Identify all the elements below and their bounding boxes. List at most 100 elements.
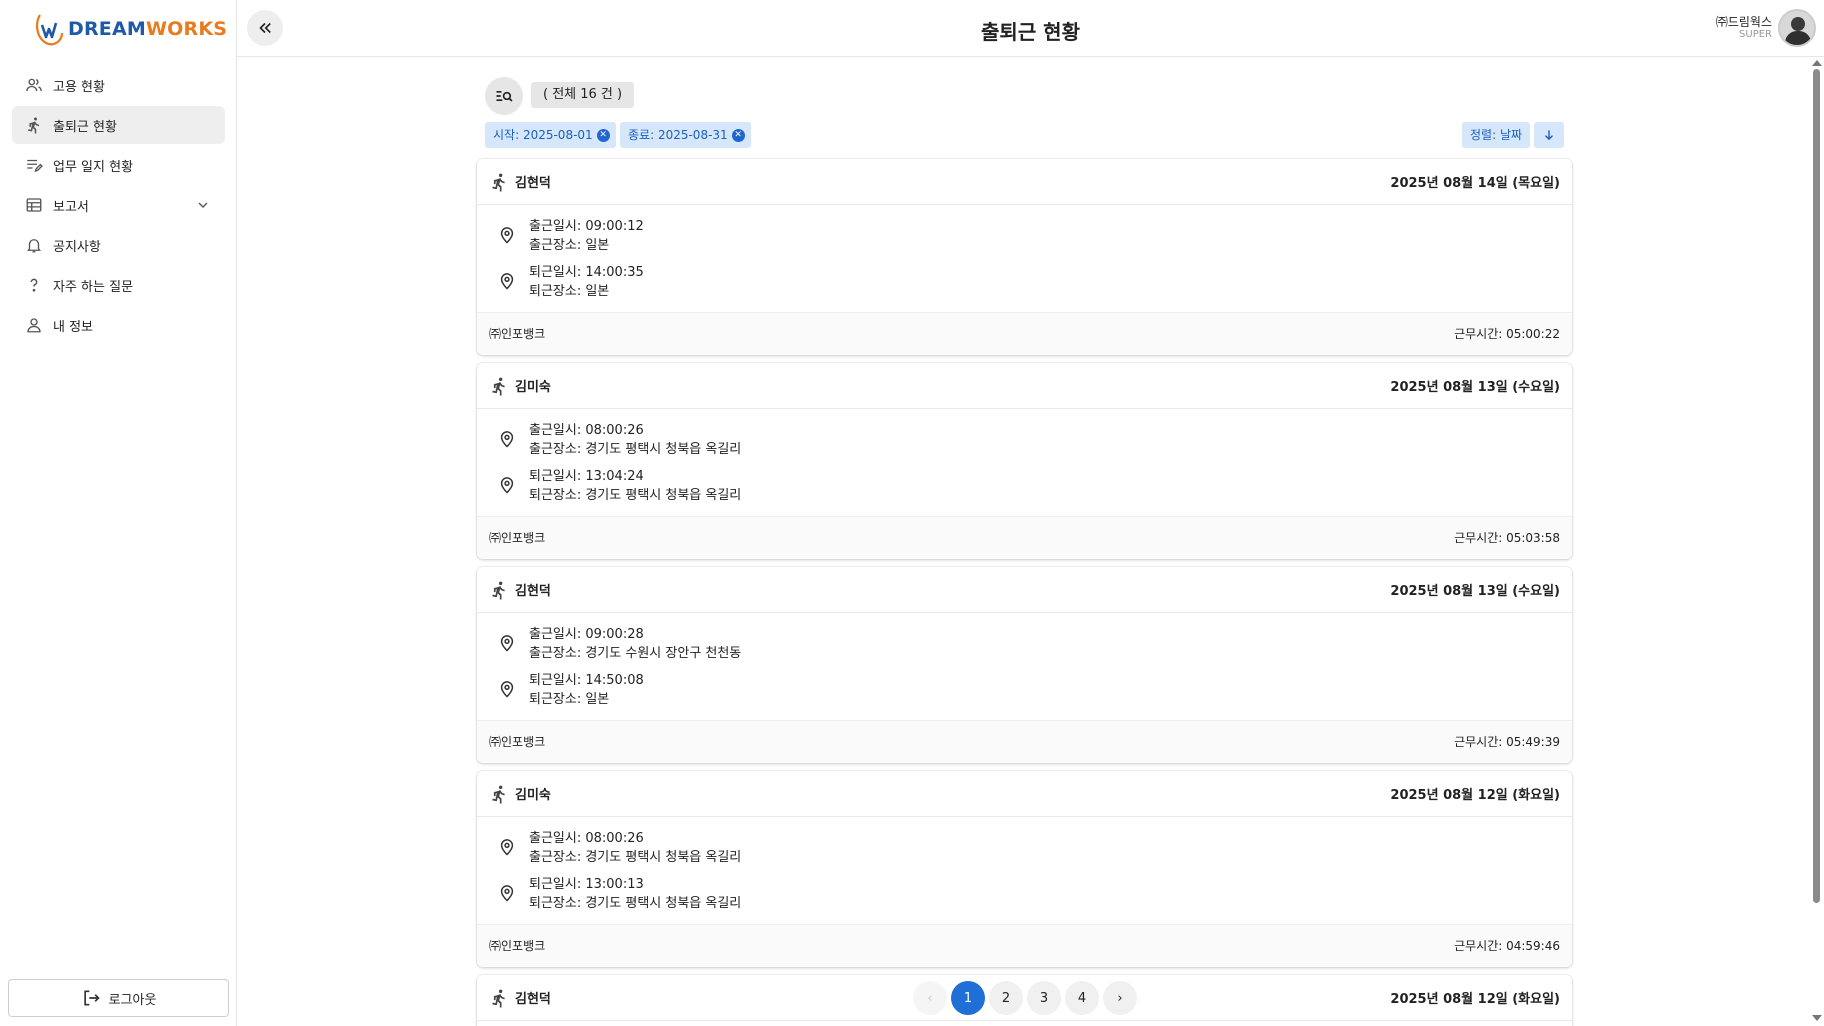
vertical-scrollbar[interactable] [1810, 57, 1824, 1026]
attendance-list: 김현덕 2025년 08월 14일 (목요일) 출근일시: 09:00:12 출… [477, 159, 1572, 1026]
card-header: 김현덕 2025년 08월 13일 (수요일) [477, 567, 1572, 613]
page-button-2[interactable]: 2 [989, 981, 1023, 1015]
check-out-place: 퇴근장소: 일본 [529, 284, 610, 299]
page-button-3[interactable]: 3 [1027, 981, 1061, 1015]
check-out-place: 퇴근장소: 경기도 평택시 청북읍 옥길리 [529, 896, 742, 911]
sidebar-item-label: 고용 현황 [53, 79, 105, 95]
card-body: 출근일시: 08:00:26 출근장소: 경기도 평택시 청북읍 옥길리 퇴근일… [477, 817, 1572, 924]
prev-page-button[interactable]: ‹ [913, 981, 947, 1015]
collapse-sidebar-button[interactable] [247, 10, 283, 46]
check-in-text: 출근일시: 09:00:12 출근장소: 일본 [529, 217, 644, 255]
check-out-text: 퇴근일시: 14:50:08 퇴근장소: 일본 [529, 671, 644, 709]
location-pin-icon [500, 431, 514, 448]
check-in-row: 출근일시: 09:00:12 출근장소: 일본 [477, 217, 1572, 263]
check-out-row: 퇴근일시: 13:04:24 퇴근장소: 경기도 평택시 청북읍 옥길리 [477, 467, 1572, 513]
chevron-down-icon[interactable] [195, 197, 211, 213]
record-date: 2025년 08월 13일 (수요일) [1390, 584, 1560, 599]
brand-name-part-a: DREAM [68, 18, 146, 40]
page-button-4[interactable]: 4 [1065, 981, 1099, 1015]
list-search-icon [496, 91, 513, 102]
check-out-time: 퇴근일시: 13:00:13 [529, 877, 644, 892]
check-in-time: 출근일시: 09:00:12 [529, 219, 644, 234]
page-title: 출퇴근 현황 [981, 20, 1080, 44]
bell-icon [27, 239, 41, 253]
attendance-card[interactable]: 김현덕 2025년 08월 13일 (수요일) 출근일시: 09:00:28 출… [477, 567, 1572, 763]
scroll-up-arrow[interactable] [1812, 60, 1822, 66]
company-name: ㈜인포뱅크 [489, 327, 546, 341]
table-icon [26, 198, 42, 212]
page-button-1[interactable]: 1 [951, 981, 985, 1015]
close-icon[interactable]: ✕ [596, 128, 610, 142]
filter-chip-label: 시작: 2025-08-01 [493, 128, 593, 142]
location-pin-icon [500, 273, 514, 290]
brand-name: DREAMWORKS [68, 18, 227, 40]
edit-list-icon [27, 159, 43, 173]
logout-button[interactable]: 로그아웃 [8, 979, 229, 1017]
running-icon [28, 117, 40, 134]
sidebar-item-faq[interactable]: 자주 하는 질문 [12, 266, 225, 304]
check-out-time: 퇴근일시: 14:50:08 [529, 673, 644, 688]
card-footer: ㈜인포뱅크 근무시간: 05:49:39 [477, 720, 1572, 762]
check-in-row: 출근일시: 09:00:28 출근장소: 경기도 수원시 장안구 천천동 [477, 625, 1572, 671]
card-header: 김미숙 2025년 08월 12일 (화요일) [477, 771, 1572, 817]
employee-name: 김현덕 [515, 584, 551, 599]
avatar[interactable] [1778, 9, 1816, 47]
check-out-time: 퇴근일시: 14:00:35 [529, 265, 644, 280]
sidebar-item-work-log[interactable]: 업무 일지 현황 [12, 146, 225, 184]
running-icon [492, 581, 505, 599]
employee-name: 김미숙 [515, 788, 551, 803]
check-in-text: 출근일시: 09:00:28 출근장소: 경기도 수원시 장안구 천천동 [529, 625, 741, 663]
work-hours: 근무시간: 05:03:58 [1454, 531, 1560, 545]
total-count-chip: ( 전체 16 건 ) [531, 82, 635, 108]
search-filter-button[interactable] [485, 77, 523, 115]
sidebar-item-employment[interactable]: 고용 현황 [12, 66, 225, 104]
filter-chip-start[interactable]: 시작: 2025-08-01 ✕ [485, 122, 616, 148]
company-name: ㈜인포뱅크 [489, 735, 546, 749]
card-header: 김미숙 2025년 08월 13일 (수요일) [477, 363, 1572, 409]
sort-field-button[interactable]: 정렬: 날짜 [1462, 122, 1531, 148]
brand-logo[interactable]: DREAMWORKS [34, 10, 227, 48]
sidebar: DREAMWORKS 고용 현황 출퇴근 현황 업무 일지 현황 보고서 공지사… [0, 0, 237, 1026]
attendance-card[interactable]: 김미숙 2025년 08월 13일 (수요일) 출근일시: 08:00:26 출… [477, 363, 1572, 559]
check-in-place: 출근장소: 경기도 평택시 청북읍 옥길리 [529, 850, 742, 865]
sidebar-item-notices[interactable]: 공지사항 [12, 226, 225, 264]
check-in-text: 출근일시: 08:00:26 출근장소: 경기도 평택시 청북읍 옥길리 [529, 829, 741, 867]
filter-chip-end[interactable]: 종료: 2025-08-31 ✕ [620, 122, 751, 148]
sidebar-item-attendance[interactable]: 출퇴근 현황 [12, 106, 225, 144]
scroll-down-arrow[interactable] [1812, 1015, 1822, 1021]
sidebar-item-my-info[interactable]: 내 정보 [12, 306, 225, 344]
logout-label: 로그아웃 [108, 992, 157, 1008]
card-body: 출근일시: 09:00:12 출근장소: 일본 퇴근일시: 14:00:35 퇴… [477, 205, 1572, 312]
record-date: 2025년 08월 14일 (목요일) [1390, 176, 1560, 191]
check-out-row: 퇴근일시: 13:00:13 퇴근장소: 경기도 평택시 청북읍 옥길리 [477, 875, 1572, 921]
app: DREAMWORKS 고용 현황 출퇴근 현황 업무 일지 현황 보고서 공지사… [0, 0, 1824, 1026]
location-pin-icon [500, 477, 514, 494]
sidebar-item-reports[interactable]: 보고서 [12, 186, 225, 224]
person-icon [27, 318, 41, 333]
sidebar-item-label: 보고서 [53, 199, 89, 215]
next-page-button[interactable]: › [1103, 981, 1137, 1015]
dreamworks-logo-icon [35, 14, 64, 46]
attendance-card[interactable]: 김미숙 2025년 08월 12일 (화요일) 출근일시: 08:00:26 출… [477, 771, 1572, 967]
user-menu[interactable]: ㈜드림웍스 SUPER [1716, 9, 1816, 47]
running-icon [492, 989, 505, 1007]
card-body: 출근일시: 09:00:28 출근장소: 경기도 수원시 장안구 천천동 퇴근일… [477, 613, 1572, 720]
location-pin-icon [500, 635, 514, 652]
work-hours: 근무시간: 05:00:22 [1454, 327, 1560, 341]
scroll-thumb[interactable] [1813, 69, 1820, 903]
running-icon [492, 377, 505, 395]
check-in-row: 출근일시: 08:00:26 출근장소: 경기도 평택시 청북읍 옥길리 [477, 829, 1572, 875]
check-out-time: 퇴근일시: 13:04:24 [529, 469, 644, 484]
user-name: ㈜드림웍스 [1715, 14, 1772, 29]
check-out-place: 퇴근장소: 일본 [529, 692, 610, 707]
top-header: 출퇴근 현황 ㈜드림웍스 SUPER [237, 0, 1824, 57]
attendance-card[interactable]: 김현덕 2025년 08월 14일 (목요일) 출근일시: 09:00:12 출… [477, 159, 1572, 355]
check-in-place: 출근장소: 경기도 평택시 청북읍 옥길리 [529, 442, 742, 457]
record-date: 2025년 08월 12일 (화요일) [1390, 992, 1560, 1007]
card-footer: ㈜인포뱅크 근무시간: 04:59:46 [477, 924, 1572, 966]
employee-name: 김현덕 [515, 992, 551, 1007]
close-icon[interactable]: ✕ [731, 128, 745, 142]
sort-direction-button[interactable] [1534, 122, 1564, 148]
check-in-place: 출근장소: 경기도 수원시 장안구 천천동 [529, 646, 742, 661]
users-icon [26, 78, 42, 92]
